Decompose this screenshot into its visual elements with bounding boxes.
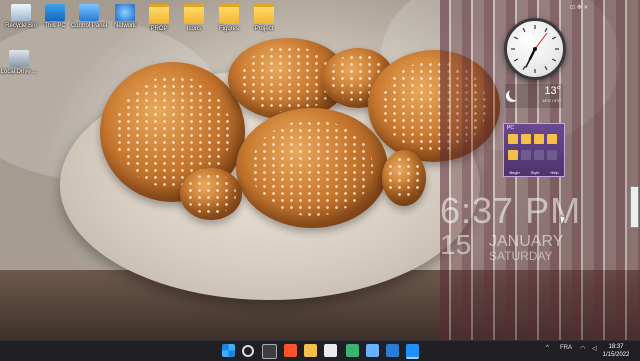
desktop-icon-label: Icons	[186, 26, 202, 32]
folder-icon[interactable]	[534, 134, 544, 144]
digital-clock-weekday: SATURDAY	[489, 249, 553, 263]
store-icon[interactable]	[346, 344, 359, 357]
pc-gadget[interactable]: PC Begin Style Help	[503, 123, 565, 177]
taskbar-time: 18:37	[608, 344, 624, 350]
moon-icon	[509, 88, 521, 100]
desktop-icon-folder-icons[interactable]: Icons	[175, 4, 213, 32]
weather-gadget[interactable]: 13° 14°C / 4°C	[505, 84, 563, 108]
desktop-icon-label: Local Drive ...	[0, 69, 38, 75]
recycle-bin-icon	[11, 4, 31, 21]
weather-temperature: 13°	[544, 85, 561, 97]
desktop-icon-label: Project	[254, 26, 274, 32]
wifi-icon[interactable]: ◠	[580, 345, 585, 352]
empty-slot	[547, 149, 557, 160]
analog-clock-gadget[interactable]	[504, 18, 566, 80]
weather-range: 14°C / 4°C	[542, 98, 561, 103]
desktop-icon-label: This PC	[44, 23, 66, 29]
folder-icon[interactable]	[547, 134, 557, 144]
desktop-icon-label: Network	[113, 23, 136, 29]
language-indicator[interactable]: FRA	[560, 345, 572, 351]
pc-gadget-button[interactable]: Help	[550, 170, 558, 175]
sesame-bun	[180, 168, 242, 220]
network-icon	[115, 4, 135, 21]
folder-icon[interactable]	[508, 149, 518, 160]
folder-icon	[184, 4, 204, 24]
pc-gadget-buttons: Begin Style Help	[504, 170, 564, 175]
pc-gadget-folders	[508, 134, 560, 162]
app-icon[interactable]	[386, 344, 399, 357]
notepad-icon[interactable]	[324, 344, 337, 357]
desktop-icon-label: PROP	[150, 26, 168, 32]
desktop-icon-label: Figures	[218, 26, 239, 32]
chevron-up-icon[interactable]: ^	[546, 345, 549, 351]
folder-icon	[149, 4, 169, 24]
gadget-toolbar[interactable]: ⊡ ✥ ✕	[570, 4, 588, 11]
digital-clock-day: 15	[440, 229, 472, 260]
desktop-icon-label: Control Panel	[70, 23, 108, 29]
desktop-icon-control-panel[interactable]: Control Panel	[70, 4, 108, 29]
taskbar: ^ FRA ◠ ◁ 18:37 1/15/2022	[0, 340, 640, 361]
monitor-icon	[45, 4, 65, 21]
task-view-icon[interactable]	[262, 344, 277, 359]
desktop-icon-folder-project[interactable]: Project	[245, 4, 283, 32]
digital-clock-time: 6:37 PM	[440, 190, 582, 231]
pc-gadget-button[interactable]: Begin	[509, 170, 519, 175]
taskbar-date: 1/15/2022	[602, 352, 630, 358]
taskbar-clock[interactable]: 18:37 1/15/2022	[601, 343, 631, 359]
pc-gadget-button[interactable]: Style	[531, 170, 540, 175]
desktop-icon-this-pc[interactable]: This PC	[36, 4, 74, 29]
brave-browser-icon[interactable]	[284, 344, 297, 357]
folder-icon	[254, 4, 274, 24]
drive-icon	[9, 50, 29, 67]
desktop-icon-folder-prop[interactable]: PROP	[140, 4, 178, 32]
start-button[interactable]	[222, 344, 235, 357]
sesame-bun	[236, 108, 388, 228]
desktop-icon-folder-figures[interactable]: Figures	[210, 4, 248, 32]
media-player-icon[interactable]	[406, 344, 419, 359]
folder-icon[interactable]	[521, 134, 531, 144]
gadget-scrollbar[interactable]	[630, 186, 639, 228]
folder-icon[interactable]	[508, 134, 518, 144]
settings-icon[interactable]	[366, 344, 379, 357]
desktop-icon-local-drive[interactable]: Local Drive ...	[0, 50, 38, 75]
volume-icon[interactable]: ◁	[592, 345, 597, 352]
empty-slot	[521, 149, 531, 160]
desktop-icon-label: Recycle Bin	[5, 23, 37, 29]
desktop-icon-recycle-bin[interactable]: Recycle Bin	[2, 4, 40, 29]
search-icon[interactable]	[242, 345, 254, 357]
clock-face-icon	[511, 25, 559, 73]
pc-gadget-title: PC	[507, 125, 514, 131]
sesame-bun	[382, 150, 426, 206]
file-explorer-icon[interactable]	[304, 344, 317, 357]
desktop-icon-network[interactable]: Network	[106, 4, 144, 29]
folder-icon	[219, 4, 239, 24]
control-panel-icon	[79, 4, 99, 21]
empty-slot	[534, 149, 544, 160]
